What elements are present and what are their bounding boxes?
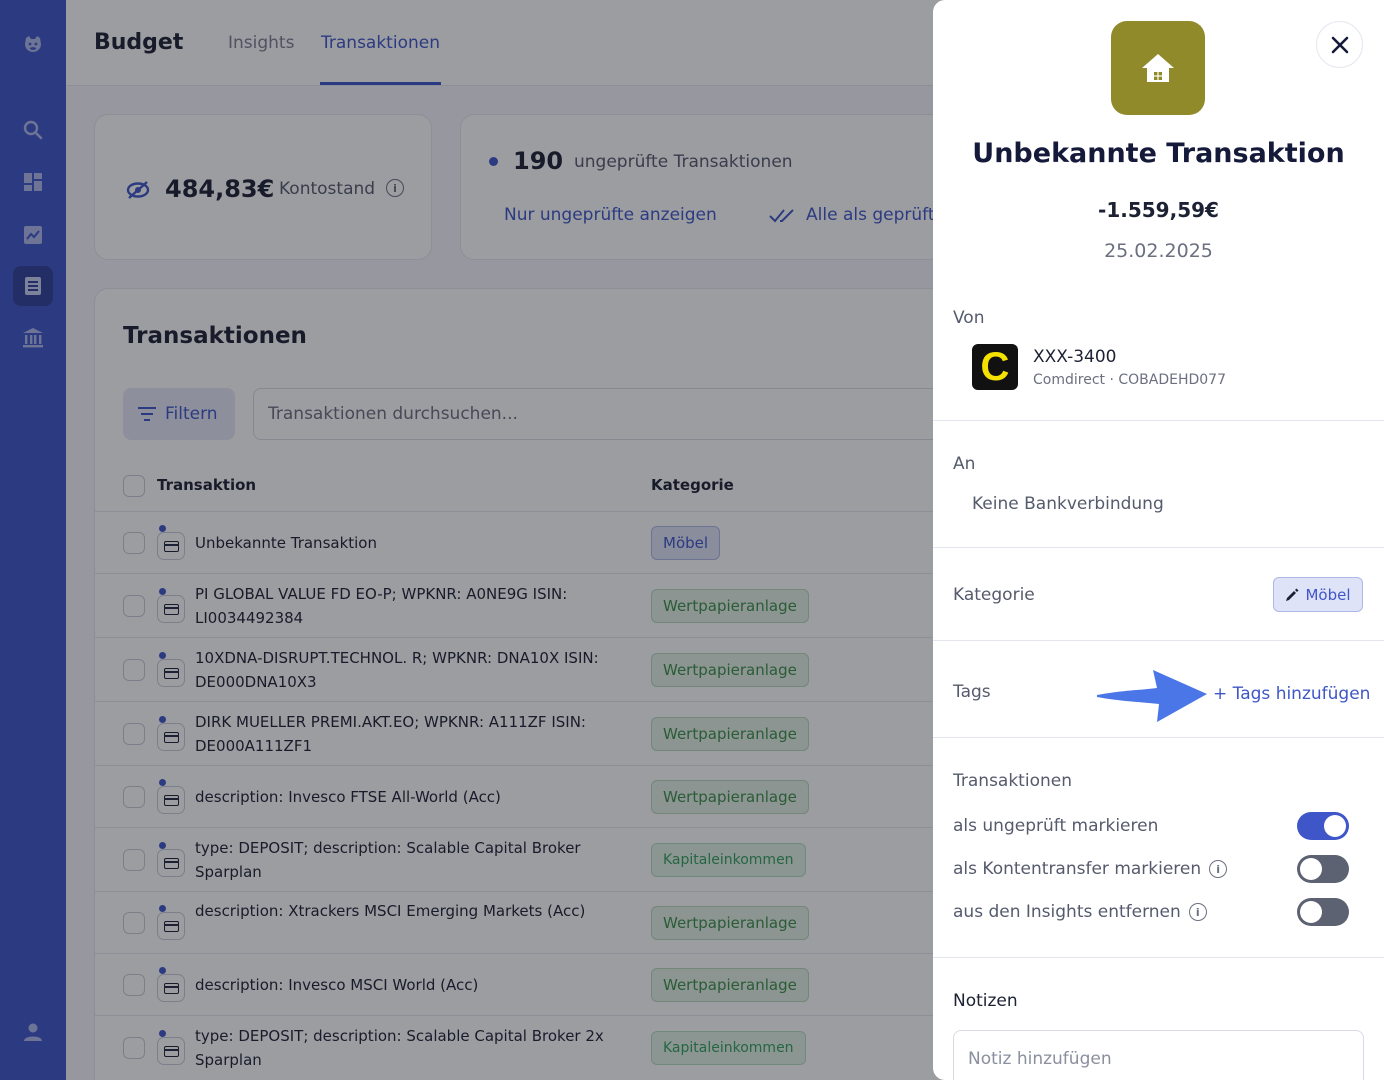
transaction-detail-drawer: Unbekannte Transaktion -1.559,59€ 25.02.…	[933, 0, 1384, 1080]
divider	[933, 420, 1384, 421]
drawer-title: Unbekannte Transaktion	[972, 138, 1345, 169]
arrow-annotation-icon	[1097, 670, 1207, 722]
from-account: XXX-3400	[1033, 347, 1117, 367]
drawer-amount: -1.559,59€	[1098, 198, 1219, 222]
comdirect-logo: C	[972, 344, 1018, 390]
close-button[interactable]	[1316, 21, 1363, 68]
drawer-date: 25.02.2025	[1104, 240, 1213, 262]
close-icon	[1331, 36, 1348, 53]
category-label: Kategorie	[953, 585, 1035, 605]
toggle-transfer[interactable]	[1297, 855, 1349, 883]
toggle-label-unchecked: als ungeprüft markieren	[953, 816, 1158, 836]
to-label: An	[953, 454, 976, 474]
info-icon[interactable]: i	[1188, 903, 1207, 921]
pencil-icon	[1286, 588, 1299, 601]
info-icon[interactable]: i	[1209, 860, 1228, 878]
notes-input[interactable]: Notiz hinzufügen	[953, 1030, 1364, 1080]
divider	[933, 957, 1384, 958]
toggle-insights[interactable]	[1297, 898, 1349, 926]
transactions-section-label: Transaktionen	[953, 771, 1072, 791]
toggle-text: als Kontentransfer markieren	[953, 859, 1202, 879]
tags-label: Tags	[953, 682, 991, 702]
category-chip[interactable]: Möbel	[1273, 577, 1363, 612]
divider	[933, 737, 1384, 738]
toggle-unchecked[interactable]	[1297, 812, 1349, 840]
add-tags-link[interactable]: + Tags hinzufügen	[1213, 684, 1370, 704]
toggle-label-transfer: als Kontentransfer markieren i	[953, 859, 1228, 879]
category-chip-label: Möbel	[1305, 585, 1351, 604]
toggle-text: aus den Insights entfernen	[953, 902, 1181, 922]
toggle-knob	[1300, 858, 1322, 880]
from-label: Von	[953, 308, 985, 328]
toggle-text: als ungeprüft markieren	[953, 816, 1159, 836]
category-tile	[1111, 21, 1205, 115]
toggle-label-insights: aus den Insights entfernen i	[953, 902, 1207, 922]
from-bank: Comdirect · COBADEHD077	[1033, 372, 1226, 388]
toggle-knob	[1324, 815, 1346, 837]
to-value: Keine Bankverbindung	[972, 494, 1164, 514]
toggle-knob	[1300, 901, 1322, 923]
divider	[933, 640, 1384, 641]
notes-label: Notizen	[953, 991, 1018, 1011]
divider	[933, 547, 1384, 548]
house-icon	[1142, 54, 1174, 82]
